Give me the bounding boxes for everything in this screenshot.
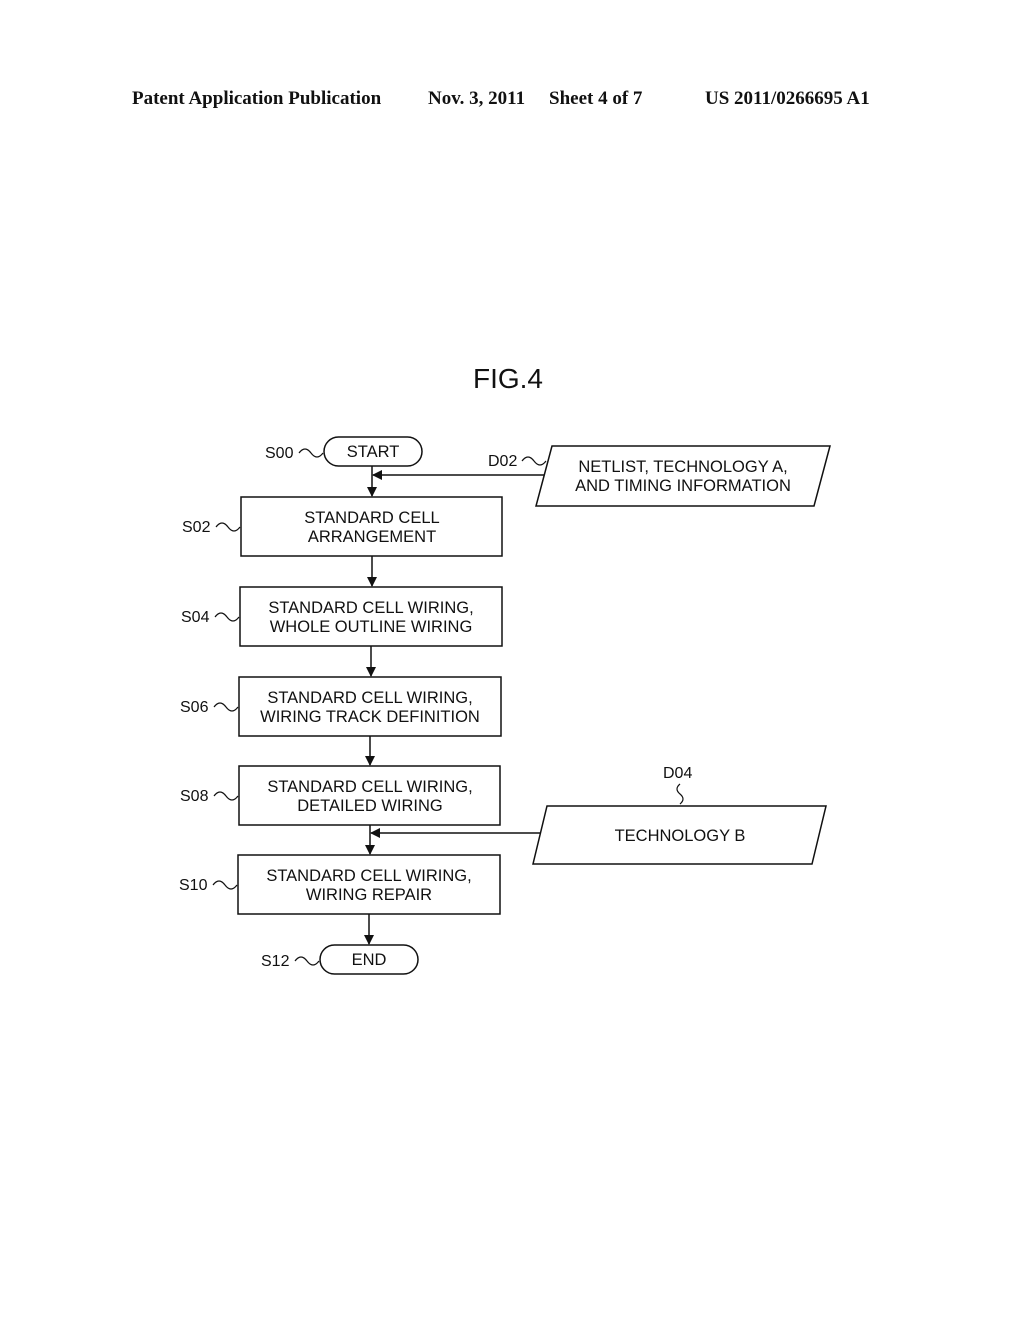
data-input-d02: NETLIST, TECHNOLOGY A, AND TIMING INFORM… — [535, 445, 831, 507]
s04-line-2: WHOLE OUTLINE WIRING — [270, 618, 473, 636]
s04-ref: S04 — [181, 609, 210, 626]
d04-ref: D04 — [663, 765, 692, 782]
s04-ref-leader — [214, 612, 240, 622]
s06-ref: S06 — [180, 699, 209, 716]
d04-line-1: TECHNOLOGY B — [615, 827, 746, 845]
end-ref: S12 — [261, 953, 290, 970]
step-s02: STANDARD CELL ARRANGEMENT — [240, 496, 503, 557]
start-terminator: START — [323, 436, 423, 467]
start-ref: S00 — [265, 445, 294, 462]
end-ref-leader — [294, 956, 320, 966]
data-input-d04: TECHNOLOGY B — [532, 805, 827, 865]
s02-ref: S02 — [182, 519, 211, 536]
d02-line-2: AND TIMING INFORMATION — [575, 477, 791, 495]
flowchart-diagram: FIG.4 START S00 NETLIST, TECHNOLOGY A, A… — [179, 363, 831, 975]
s04-line-1: STANDARD CELL WIRING, — [268, 599, 473, 617]
start-label: START — [347, 443, 400, 461]
s08-ref: S08 — [180, 788, 209, 805]
start-ref-leader — [298, 448, 324, 458]
s08-ref-leader — [213, 791, 239, 801]
d02-ref-leader — [521, 456, 547, 466]
figure-title: FIG.4 — [473, 363, 543, 394]
step-s06: STANDARD CELL WIRING, WIRING TRACK DEFIN… — [238, 676, 502, 737]
end-terminator: END — [319, 944, 419, 975]
d04-ref-leader — [676, 783, 684, 805]
s02-line-1: STANDARD CELL — [304, 509, 439, 527]
s10-ref: S10 — [179, 877, 208, 894]
s06-ref-leader — [213, 702, 239, 712]
step-s10: STANDARD CELL WIRING, WIRING REPAIR — [237, 854, 501, 915]
d02-line-1: NETLIST, TECHNOLOGY A, — [578, 458, 787, 476]
end-label: END — [352, 951, 387, 969]
d02-ref: D02 — [488, 453, 517, 470]
s10-line-2: WIRING REPAIR — [306, 886, 432, 904]
s06-line-2: WIRING TRACK DEFINITION — [260, 708, 480, 726]
s06-line-1: STANDARD CELL WIRING, — [267, 689, 472, 707]
s10-line-1: STANDARD CELL WIRING, — [266, 867, 471, 885]
step-s08: STANDARD CELL WIRING, DETAILED WIRING — [238, 765, 501, 826]
step-s04: STANDARD CELL WIRING, WHOLE OUTLINE WIRI… — [239, 586, 503, 647]
s08-line-2: DETAILED WIRING — [297, 797, 442, 815]
s08-line-1: STANDARD CELL WIRING, — [267, 778, 472, 796]
s02-ref-leader — [215, 522, 241, 532]
s10-ref-leader — [212, 880, 238, 890]
s02-line-2: ARRANGEMENT — [308, 528, 436, 546]
